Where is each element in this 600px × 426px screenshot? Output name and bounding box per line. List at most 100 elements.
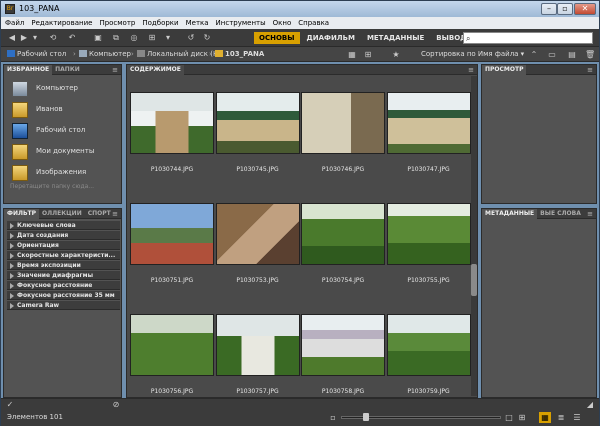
scrollbar-thumb[interactable] <box>471 264 477 296</box>
filter-row[interactable]: Дата создания <box>7 231 120 240</box>
path-item-current[interactable]: 103_PANA <box>215 50 264 59</box>
resize-icon[interactable]: ◢ <box>585 399 595 410</box>
back-arrow-icon[interactable]: ◀ <box>7 32 17 43</box>
content-scrollbar[interactable] <box>471 76 477 396</box>
zoom-out-icon[interactable]: ▫ <box>329 412 337 423</box>
maximize-button[interactable]: ▫ <box>557 3 573 15</box>
panel-menu-icon[interactable]: ≡ <box>587 65 593 75</box>
thumbnail-image[interactable] <box>215 314 300 376</box>
recent-folder-icon[interactable]: ⟲ <box>45 32 61 43</box>
search-input[interactable]: ⌕ <box>463 32 593 44</box>
thumbnail-image[interactable] <box>301 203 385 265</box>
return-icon[interactable]: ↶ <box>65 32 79 43</box>
lock-grid-icon[interactable]: ⊞ <box>517 412 527 423</box>
thumbnail-image[interactable] <box>130 92 214 154</box>
open-recent-icon[interactable]: ▭ <box>547 49 557 60</box>
rotate-right-icon[interactable]: ↻ <box>201 32 213 43</box>
workspace-essentials[interactable]: ОСНОВЫ <box>254 32 300 44</box>
tab-favorites[interactable]: ИЗБРАННОЕ <box>4 65 53 75</box>
tab-collections[interactable]: ОЛЛЕКЦИИ <box>39 209 85 219</box>
menu-window[interactable]: Окно <box>269 17 295 28</box>
content-panel: СОДЕРЖИМОЕ ≡ P1030744.JPG P1030745.JPG P10… <box>126 64 478 398</box>
path-item-computer[interactable]: Компьютер <box>79 50 131 59</box>
menu-help[interactable]: Справка <box>294 17 332 28</box>
rotate-left-icon[interactable]: ↺ <box>185 32 197 43</box>
thumbnail-image[interactable] <box>386 203 471 265</box>
panel-menu-icon[interactable]: ≡ <box>112 65 118 75</box>
panel-menu-icon[interactable]: ≡ <box>112 209 118 219</box>
panel-menu-icon[interactable]: ≡ <box>587 209 593 219</box>
filter-row[interactable]: Фокусное расстояние 35 мм <box>7 291 120 300</box>
thumbnail-image[interactable] <box>215 203 300 265</box>
output-dropdown-icon[interactable]: ▾ <box>163 32 173 43</box>
filter-row[interactable]: Время экспозиции <box>7 261 120 270</box>
dropdown-arrow-icon[interactable]: ▾ <box>31 32 39 43</box>
filter-row[interactable]: Camera Raw <box>7 301 120 310</box>
thumbnail-image[interactable] <box>386 314 471 376</box>
path-separator-icon: › <box>209 50 212 58</box>
tab-content[interactable]: СОДЕРЖИМОЕ <box>127 65 184 75</box>
favorite-item-pictures[interactable]: Изображения <box>10 164 120 182</box>
filter-row[interactable]: Фокусное расстояние <box>7 281 120 290</box>
folder-icon <box>12 102 28 118</box>
star-filter-icon[interactable]: ★ <box>391 49 401 60</box>
sort-order-icon[interactable]: ⌃ <box>529 49 539 60</box>
path-item-desktop[interactable]: Рабочий стол <box>7 50 66 59</box>
thumbnail-view-icon[interactable]: ▦ <box>539 412 551 423</box>
thumbnail-image[interactable] <box>215 92 300 154</box>
thumbnail-image[interactable] <box>386 92 471 154</box>
panel-menu-icon[interactable]: ≡ <box>468 65 474 75</box>
menu-label[interactable]: Метка <box>182 17 212 28</box>
new-folder-icon[interactable]: ▤ <box>567 49 577 60</box>
desktop-icon <box>12 123 28 139</box>
refine-icon[interactable]: ⧉ <box>109 32 123 43</box>
camera-import-icon[interactable]: ▣ <box>91 32 105 43</box>
filter-row[interactable]: Значение диафрагмы <box>7 271 120 280</box>
thumbnail-filename: P1030747.JPG <box>407 166 450 173</box>
menu-file[interactable]: Файл <box>1 17 27 28</box>
favorite-item-computer[interactable]: Компьютер <box>10 80 120 98</box>
output-icon[interactable]: ⊞ <box>145 32 159 43</box>
favorite-item-user[interactable]: Иванов <box>10 101 120 119</box>
thumbnail-image[interactable] <box>301 92 385 154</box>
close-button[interactable]: ✕ <box>574 3 596 15</box>
menu-tools[interactable]: Инструменты <box>212 17 269 28</box>
forward-arrow-icon[interactable]: ▶ <box>19 32 29 43</box>
filter-row[interactable]: Ориентация <box>7 241 120 250</box>
menu-edit[interactable]: Редактирование <box>27 17 95 28</box>
filter-row[interactable]: Скоростные характеристи... <box>7 251 120 260</box>
drop-hint: Перетащите папку сюда... <box>10 183 95 190</box>
item-count: Элементов 101 <box>7 413 63 421</box>
workspace-filmstrip[interactable]: ДИАФИЛЬМ <box>302 32 360 44</box>
open-camera-raw-icon[interactable]: ◎ <box>127 32 141 43</box>
grid-icon[interactable]: ⊞ <box>363 49 373 60</box>
menu-stacks[interactable]: Подборки <box>138 17 181 28</box>
filter-row[interactable]: Ключевые слова <box>7 221 120 230</box>
clear-filter-icon[interactable]: ⊘ <box>111 399 121 410</box>
favorite-item-desktop[interactable]: Рабочий стол <box>10 122 120 140</box>
favorite-item-documents[interactable]: Мои документы <box>10 143 120 161</box>
menu-view[interactable]: Просмотр <box>95 17 138 28</box>
slider-knob[interactable] <box>363 413 369 421</box>
delete-icon[interactable]: 🗑 <box>585 49 595 60</box>
view-mode-icon[interactable]: ▦ <box>347 49 357 60</box>
thumbnail-image[interactable] <box>301 314 385 376</box>
thumbnail-image[interactable] <box>130 203 214 265</box>
zoom-in-icon[interactable]: □ <box>505 412 513 423</box>
metadata-panel: МЕТАДАННЫЕ ВЫЕ СЛОВА ≡ <box>481 208 597 398</box>
workspace-metadata[interactable]: МЕТАДАННЫЕ <box>362 32 429 44</box>
tab-preview[interactable]: ПРОСМОТР <box>482 65 527 75</box>
tab-keywords[interactable]: ВЫЕ СЛОВА <box>537 209 584 219</box>
tab-folders[interactable]: ПАПКИ <box>52 65 83 75</box>
tab-metadata[interactable]: МЕТАДАННЫЕ <box>482 209 538 219</box>
list-view-icon[interactable]: ☰ <box>571 412 583 423</box>
pin-icon[interactable]: ✓ <box>5 399 15 410</box>
desktop-icon <box>7 50 15 57</box>
drive-icon <box>137 50 145 57</box>
details-view-icon[interactable]: ≣ <box>555 412 567 423</box>
minimize-button[interactable]: – <box>541 3 557 15</box>
thumbnail-image[interactable] <box>130 314 214 376</box>
sort-dropdown[interactable]: Сортировка по Имя файла ▾ <box>421 50 524 58</box>
tab-filter[interactable]: ФИЛЬТР <box>4 209 40 219</box>
tab-export[interactable]: СПОРТ <box>85 209 114 219</box>
